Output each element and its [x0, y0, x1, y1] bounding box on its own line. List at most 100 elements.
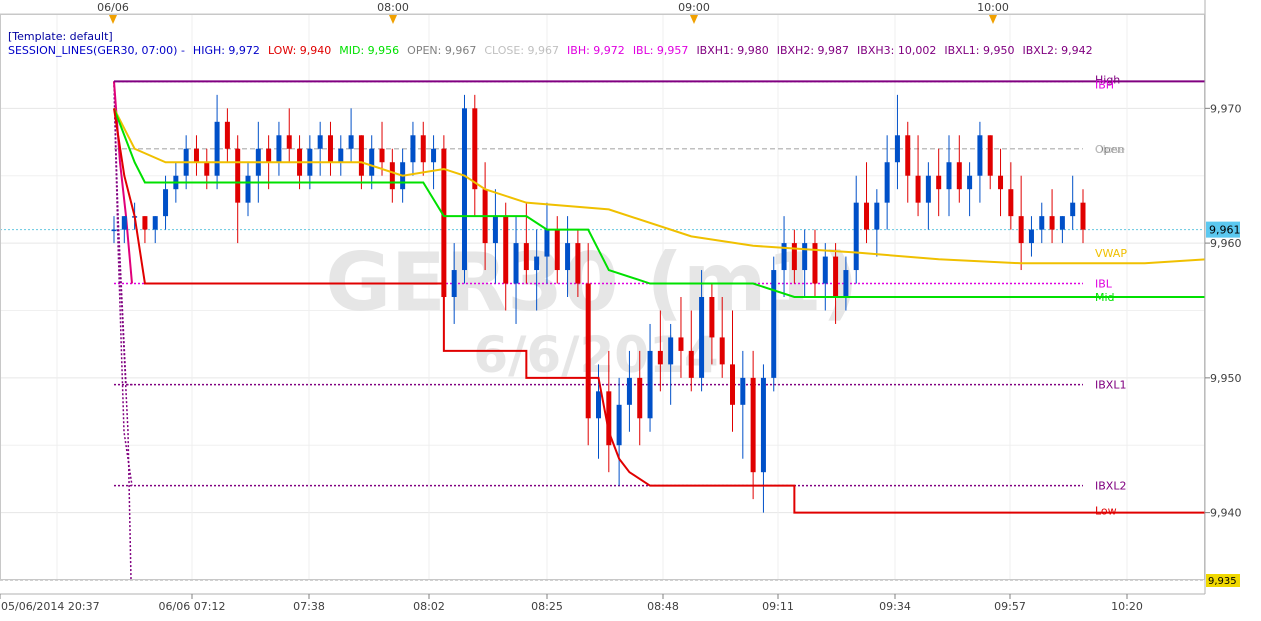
candle-body — [668, 337, 674, 365]
candle-body — [503, 216, 509, 284]
time-tick-label: 10:20 — [1111, 600, 1143, 613]
candle-body — [894, 135, 900, 163]
candle-body — [678, 337, 684, 351]
candle-body — [1018, 216, 1024, 244]
candle-body — [451, 270, 457, 297]
candle-body — [534, 256, 540, 271]
candle-body — [358, 135, 364, 176]
time-tick-label: 09:11 — [762, 600, 794, 613]
level-label-close: Close — [1095, 143, 1125, 156]
time-tick-label: 09:34 — [879, 600, 911, 613]
candle-body — [637, 377, 643, 419]
candle-body — [523, 243, 529, 271]
candle-body — [585, 283, 591, 419]
candle-body — [946, 162, 952, 190]
info-segment-10: IBXH3: 10,002 — [857, 44, 936, 57]
info-segment-11: IBXL1: 9,950 — [944, 44, 1014, 57]
time-tick-label: 07:38 — [293, 600, 325, 613]
info-segment-4: OPEN: 9,967 — [407, 44, 476, 57]
candle-body — [915, 175, 921, 203]
time-tick-label: 09:57 — [994, 600, 1026, 613]
level-label-ibh: IBH — [1095, 78, 1114, 91]
price-tick-label: 9,950 — [1210, 372, 1242, 385]
price-chart[interactable]: GER30 (m1) 6/6/2014 HighIBHOpenCloseVWAP… — [0, 0, 1261, 617]
candle-body — [688, 350, 694, 378]
time-tick-label: 08:25 — [531, 600, 563, 613]
candle-body — [719, 337, 725, 365]
candle-body — [998, 175, 1004, 190]
candle-body — [348, 135, 354, 149]
chart-window: GER30 (m1) 6/6/2014 High IBH Open Close VWAP… — [0, 0, 1261, 617]
session-marker-label: 10:00 — [977, 1, 1009, 14]
session-marker-label: 08:00 — [377, 1, 409, 14]
time-tick-label: 08:02 — [413, 600, 445, 613]
candle-body — [596, 391, 601, 419]
candle-body — [204, 162, 210, 176]
candle-body — [626, 377, 632, 405]
candle-body — [410, 135, 416, 163]
candle-body — [1059, 216, 1065, 230]
candle-body — [977, 135, 983, 176]
candle-body — [843, 270, 849, 297]
candle-body — [967, 175, 973, 190]
candle-body — [317, 135, 323, 149]
candle-body — [554, 229, 560, 271]
level-label-mid: Mid — [1095, 291, 1115, 304]
candle-body — [956, 162, 962, 190]
candle-body — [760, 377, 766, 473]
candle-body — [224, 121, 230, 149]
candle-body — [338, 148, 344, 163]
candle-body — [235, 148, 241, 203]
candle-body — [791, 243, 797, 271]
candle-body — [750, 377, 756, 473]
candle-body — [987, 135, 993, 176]
candle-body — [647, 350, 653, 419]
candle-body — [730, 364, 736, 405]
info-segment-12: IBXL2: 9,942 — [1022, 44, 1092, 57]
candle-body — [142, 216, 148, 230]
candle-body — [853, 202, 859, 271]
info-segment-8: IBXH1: 9,980 — [696, 44, 768, 57]
candle-body — [575, 243, 581, 284]
watermark-symbol: GER30 (m1) — [325, 236, 858, 329]
candle-body — [864, 202, 870, 230]
candle-body — [884, 162, 890, 203]
template-label: [Template: default] — [8, 30, 113, 43]
candle-body — [111, 229, 117, 232]
candle-body — [565, 243, 571, 271]
time-tick-label: 08:48 — [647, 600, 679, 613]
candle-body — [121, 216, 127, 230]
info-segment-6: IBH: 9,972 — [567, 44, 625, 57]
candle-body — [802, 243, 808, 271]
current-price-label: 9,961 — [1209, 224, 1241, 237]
bottom-price-label: 9,935 — [1208, 576, 1237, 587]
level-label-low: Low — [1095, 505, 1117, 518]
info-segment-2: LOW: 9,940 — [268, 44, 331, 57]
info-segment-7: IBL: 9,957 — [633, 44, 689, 57]
candle-body — [1070, 202, 1076, 217]
candle-body — [771, 270, 777, 378]
candle-body — [1049, 216, 1055, 230]
candle-body — [379, 148, 385, 163]
candle-body — [266, 148, 272, 163]
candle-body — [874, 202, 880, 230]
candle-body — [163, 189, 169, 217]
candle-body — [492, 216, 498, 244]
candle-body — [925, 175, 931, 203]
time-tick-label: 06/06 07:12 — [159, 600, 226, 613]
info-segment-9: IBXH2: 9,987 — [777, 44, 849, 57]
candle-body — [1008, 189, 1014, 217]
candle-body — [214, 121, 220, 176]
candle-body — [833, 256, 839, 297]
level-label-ibxl2: IBXL2 — [1095, 480, 1126, 493]
candle-body — [1028, 229, 1034, 244]
price-axis-bg — [1205, 0, 1261, 617]
candle-body — [822, 256, 828, 284]
level-label-ibl: IBL — [1095, 278, 1113, 291]
candle-body — [699, 297, 705, 378]
session-marker-label: 09:00 — [678, 1, 710, 14]
info-segment-1: HIGH: 9,972 — [193, 44, 260, 57]
price-tick-label: 9,960 — [1210, 237, 1242, 250]
candle-body — [1039, 216, 1045, 230]
candle-body — [286, 135, 292, 149]
